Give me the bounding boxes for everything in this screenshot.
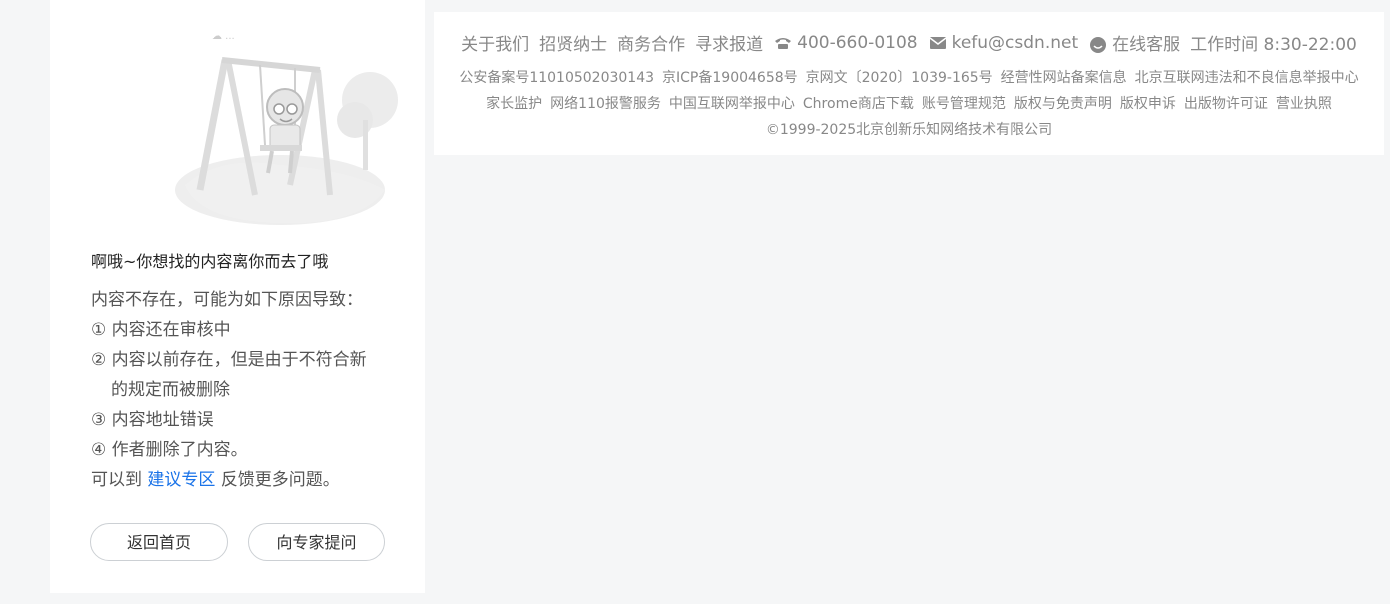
footer-link-jobs[interactable]: 招贤纳士 [539,30,607,55]
reason-item: ④ 作者删除了内容。 [91,440,248,460]
footer-link[interactable]: 营业执照 [1276,93,1332,113]
phone-icon [773,35,793,51]
footer-license-row: 公安备案号11010502030143 京ICP备19004658号 京网文〔2… [434,67,1384,87]
phone-number: 400-660-0108 [797,32,918,53]
footer-link[interactable]: 家长监护 [486,93,542,113]
footer-link[interactable]: 出版物许可证 [1184,93,1268,113]
footer-link[interactable]: 网络110报警服务 [550,93,661,113]
error-title: 啊哦~你想找的内容离你而去了哦 [91,252,329,271]
ask-expert-button[interactable]: 向专家提问 [248,523,385,561]
work-hours: 工作时间 8:30-22:00 [1190,35,1357,55]
back-home-button[interactable]: 返回首页 [90,523,228,561]
footer-email[interactable]: kefu@csdn.net [928,32,1079,53]
reasons-intro: 内容不存在，可能为如下原因导致： [91,290,363,310]
swing-illustration: ☁ ... [175,31,398,225]
chat-icon [1088,37,1108,53]
footer-link-business[interactable]: 商务合作 [617,30,685,55]
email-icon [928,35,948,51]
reason-item: ③ 内容地址错误 [91,410,214,430]
footer-link[interactable]: 中国互联网举报中心 [669,93,795,113]
copyright: ©1999-2025北京创新乐知网络技术有限公司 [765,122,1053,138]
footer-link[interactable]: 公安备案号11010502030143 [459,67,654,87]
footer-link[interactable]: 版权与免责声明 [1014,93,1112,113]
footer-links-row: 家长监护 网络110报警服务 中国互联网举报中心 Chrome商店下载 账号管理… [434,93,1384,113]
footer-link[interactable]: Chrome商店下载 [803,93,914,113]
footer-link[interactable]: 版权申诉 [1120,93,1176,113]
reason-item-continued: 的规定而被删除 [111,380,230,400]
suggestion-link[interactable]: 建议专区 [147,470,215,490]
site-footer: 关于我们 招贤纳士 商务合作 寻求报道 400-660-0108 kefu@cs… [434,12,1384,155]
footer-link[interactable]: 京ICP备19004658号 [662,67,798,87]
email-address: kefu@csdn.net [951,32,1079,53]
feedback-suffix: 反馈更多问题。 [220,470,340,490]
footer-contact-row: 关于我们 招贤纳士 商务合作 寻求报道 400-660-0108 kefu@cs… [434,30,1384,56]
footer-online-service[interactable]: 在线客服 [1088,30,1180,55]
footer-phone[interactable]: 400-660-0108 [773,32,918,53]
feedback-prefix: 可以到 [91,470,142,490]
footer-link[interactable]: 北京互联网违法和不良信息举报中心 [1135,67,1359,87]
reason-item: ① 内容还在审核中 [91,320,231,340]
online-service-label: 在线客服 [1112,35,1181,55]
svg-text:☁ ...: ☁ ... [212,31,235,42]
reason-item: ② 内容以前存在，但是由于不符合新 [91,350,367,370]
feedback-line: 可以到 建议专区 反馈更多问题。 [91,465,391,495]
reasons-list: 内容不存在，可能为如下原因导致： ① 内容还在审核中 ② 内容以前存在，但是由于… [91,285,391,495]
footer-link[interactable]: 账号管理规范 [922,93,1006,113]
footer-link-press[interactable]: 寻求报道 [695,30,763,55]
footer-link[interactable]: 经营性网站备案信息 [1001,67,1127,87]
footer-link-about[interactable]: 关于我们 [461,30,529,55]
footer-link[interactable]: 京网文〔2020〕1039-165号 [806,67,993,87]
error-card: ☁ ... 啊哦~你想找的内容离你而去了哦 内容不存在，可能为如下原因导致： ①… [50,0,425,593]
